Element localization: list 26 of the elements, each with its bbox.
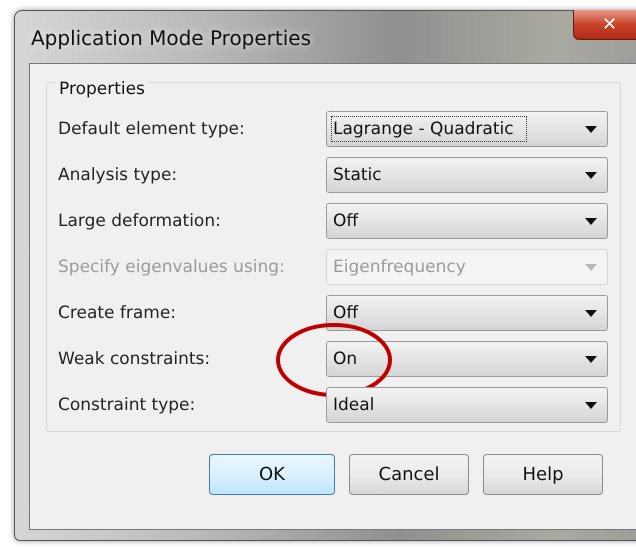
field-label: Create frame: [58,303,178,323]
dropdown[interactable]: Ideal [326,387,608,423]
window-title: Application Mode Properties [31,26,312,50]
dialog-button[interactable]: Help [483,454,603,495]
field-label: Default element type: [58,119,246,139]
dropdown[interactable]: Static [326,157,608,193]
field-label: Constraint type: [58,395,196,415]
field-label: Analysis type: [58,165,178,185]
group-title: Properties [56,79,148,99]
dropdown-arrow-icon [585,264,597,270]
close-button[interactable]: ✕ [573,10,636,40]
field-label: Specify eigenvalues using: [58,257,286,277]
dropdown[interactable]: On [326,341,608,377]
dropdown-arrow-icon [585,356,597,362]
dropdown[interactable]: Off [326,295,608,331]
field-label: Large deformation: [58,211,222,231]
field-label: Weak constraints: [58,349,212,369]
dropdown-arrow-icon [585,218,597,224]
dropdown[interactable]: Off [326,203,608,239]
dropdown-arrow-icon [585,172,597,178]
dialog-button[interactable]: OK [209,454,335,495]
dropdown-arrow-icon [585,310,597,316]
dialog-button[interactable]: Cancel [349,454,469,495]
dropdown[interactable]: Lagrange - Quadratic [326,111,608,147]
dropdown-arrow-icon [585,126,597,132]
dropdown-arrow-icon [585,402,597,408]
